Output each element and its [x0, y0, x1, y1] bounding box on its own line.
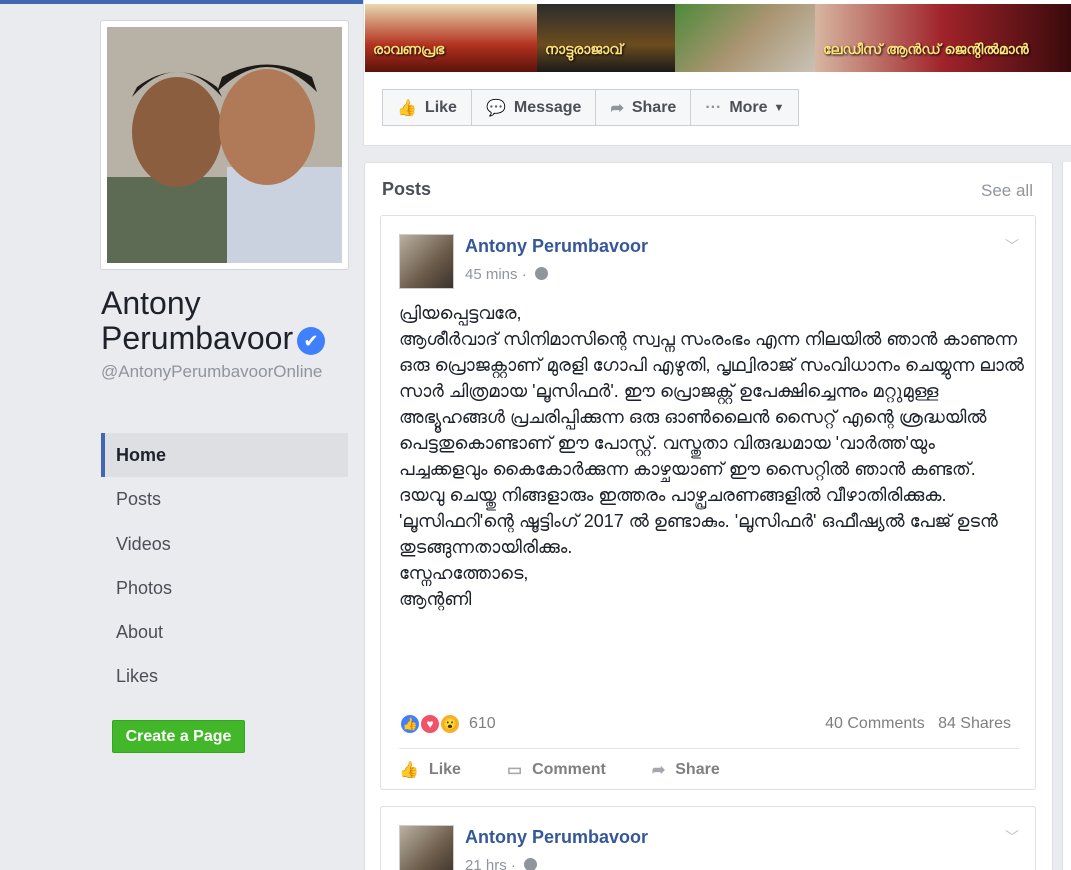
post-divider — [399, 748, 1019, 749]
cover-segment-title: രാവണപ്രഭ — [373, 41, 445, 57]
love-reaction-icon: ♥ — [419, 713, 441, 735]
cover-segment — [675, 4, 815, 72]
post-like-label: Like — [428, 761, 461, 778]
page-name-text: Antony Perumbavoor — [101, 285, 294, 356]
like-page-label: Like — [424, 98, 457, 116]
globe-icon — [534, 267, 548, 280]
share-page-button[interactable]: ➦ Share — [595, 89, 692, 126]
comment-icon: ▭ — [506, 762, 523, 779]
post-time-text: 45 mins · — [465, 266, 531, 283]
post-action-bar: 👍 Like ▭ Comment ➦ Share — [399, 760, 766, 780]
posts-section-title: Posts — [382, 179, 432, 199]
post-author-name[interactable]: Antony Perumbavoor — [465, 827, 648, 848]
nav-item-posts[interactable]: Posts — [101, 477, 348, 521]
more-button[interactable]: ··· More ▼ — [690, 89, 800, 126]
post-time-text: 21 hrs · — [465, 857, 521, 870]
nav-item-videos[interactable]: Videos — [101, 522, 348, 566]
post-author-avatar[interactable] — [399, 234, 454, 289]
right-column-edge — [1062, 162, 1071, 870]
message-button[interactable]: 💬 Message — [470, 89, 597, 126]
messenger-icon: 💬 — [485, 99, 506, 117]
shares-count[interactable]: 84 Shares — [938, 715, 1011, 732]
post-card: Antony Perumbavoor 45 mins · ﹀ പ്രിയപ്പെ… — [380, 215, 1036, 790]
post-timestamp[interactable]: 21 hrs · — [465, 857, 538, 870]
page-handle[interactable]: @AntonyPerumbavoorOnline — [101, 362, 346, 382]
cover-segment-title: ലേഡീസ് ആൻഡ് ജെന്റിൽമാൻ — [823, 41, 1029, 57]
more-dots-icon: ··· — [705, 98, 722, 116]
post-author-avatar[interactable] — [399, 825, 454, 870]
page-action-bar: 👍 Like 💬 Message ➦ Share ··· More ▼ — [382, 89, 800, 126]
like-page-button[interactable]: 👍 Like — [382, 89, 472, 126]
page-name[interactable]: Antony Perumbavoor ✔ — [101, 286, 351, 356]
post-share-label: Share — [675, 761, 720, 778]
post-like-button[interactable]: 👍 Like — [399, 760, 461, 780]
cover-photo[interactable]: രാവണപ്രഭ നാട്ടുരാജാവ് ലേഡീസ് ആൻഡ് ജെന്റി… — [365, 4, 1071, 72]
message-label: Message — [513, 98, 582, 116]
comments-count[interactable]: 40 Comments — [825, 715, 925, 732]
chevron-down-icon: ▼ — [773, 101, 785, 114]
nav-item-photos[interactable]: Photos — [101, 566, 348, 610]
post-options-chevron-icon[interactable]: ﹀ — [1005, 236, 1019, 256]
thumbs-up-icon: 👍 — [399, 762, 419, 779]
cover-segment: നാട്ടുരാജാവ് — [537, 4, 675, 72]
cover-segment: ലേഡീസ് ആൻഡ് ജെന്റിൽമാൻ — [815, 4, 1071, 72]
reaction-count: 610 — [469, 715, 496, 732]
post-card: Antony Perumbavoor 21 hrs · ﹀ — [380, 806, 1036, 870]
post-body-text: പ്രിയപ്പെട്ടവരേ, ആശീർവാദ് സിനിമാസിന്റെ സ… — [399, 303, 1024, 609]
cover-segment: രാവണപ്രഭ — [365, 4, 537, 72]
profile-photo-illustration — [107, 27, 342, 263]
nav-item-likes[interactable]: Likes — [101, 654, 348, 698]
post-author-name[interactable]: Antony Perumbavoor — [465, 236, 648, 257]
create-page-button[interactable]: Create a Page — [112, 720, 245, 753]
post-options-chevron-icon[interactable]: ﹀ — [1005, 827, 1019, 847]
see-all-link[interactable]: See all — [981, 181, 1033, 201]
post-timestamp[interactable]: 45 mins · — [465, 266, 548, 283]
nav-item-home[interactable]: Home — [101, 433, 348, 478]
nav-item-about[interactable]: About — [101, 610, 348, 654]
reaction-summary[interactable]: 👍 ♥ 😮 610 — [399, 713, 496, 735]
post-comment-button[interactable]: ▭ Comment — [507, 760, 606, 780]
verified-badge-icon: ✔ — [297, 327, 326, 355]
wow-reaction-icon: 😮 — [439, 713, 461, 735]
post-comment-label: Comment — [532, 761, 606, 778]
page-nav: Home Posts Videos Photos About Likes — [101, 433, 348, 699]
more-label: More — [729, 98, 768, 116]
cover-segment-title: നാട്ടുരാജാവ് — [545, 41, 623, 57]
engagement-counts: 40 Comments 84 Shares — [825, 715, 1011, 733]
globe-icon — [524, 858, 538, 870]
thumbs-up-icon: 👍 — [397, 99, 417, 117]
share-arrow-icon: ➦ — [610, 99, 624, 117]
like-reaction-icon: 👍 — [399, 713, 421, 735]
share-arrow-icon: ➦ — [651, 762, 666, 779]
share-page-label: Share — [631, 98, 677, 116]
profile-picture-frame[interactable] — [100, 20, 349, 270]
post-share-button[interactable]: ➦ Share — [652, 760, 720, 780]
profile-picture[interactable] — [107, 27, 342, 263]
